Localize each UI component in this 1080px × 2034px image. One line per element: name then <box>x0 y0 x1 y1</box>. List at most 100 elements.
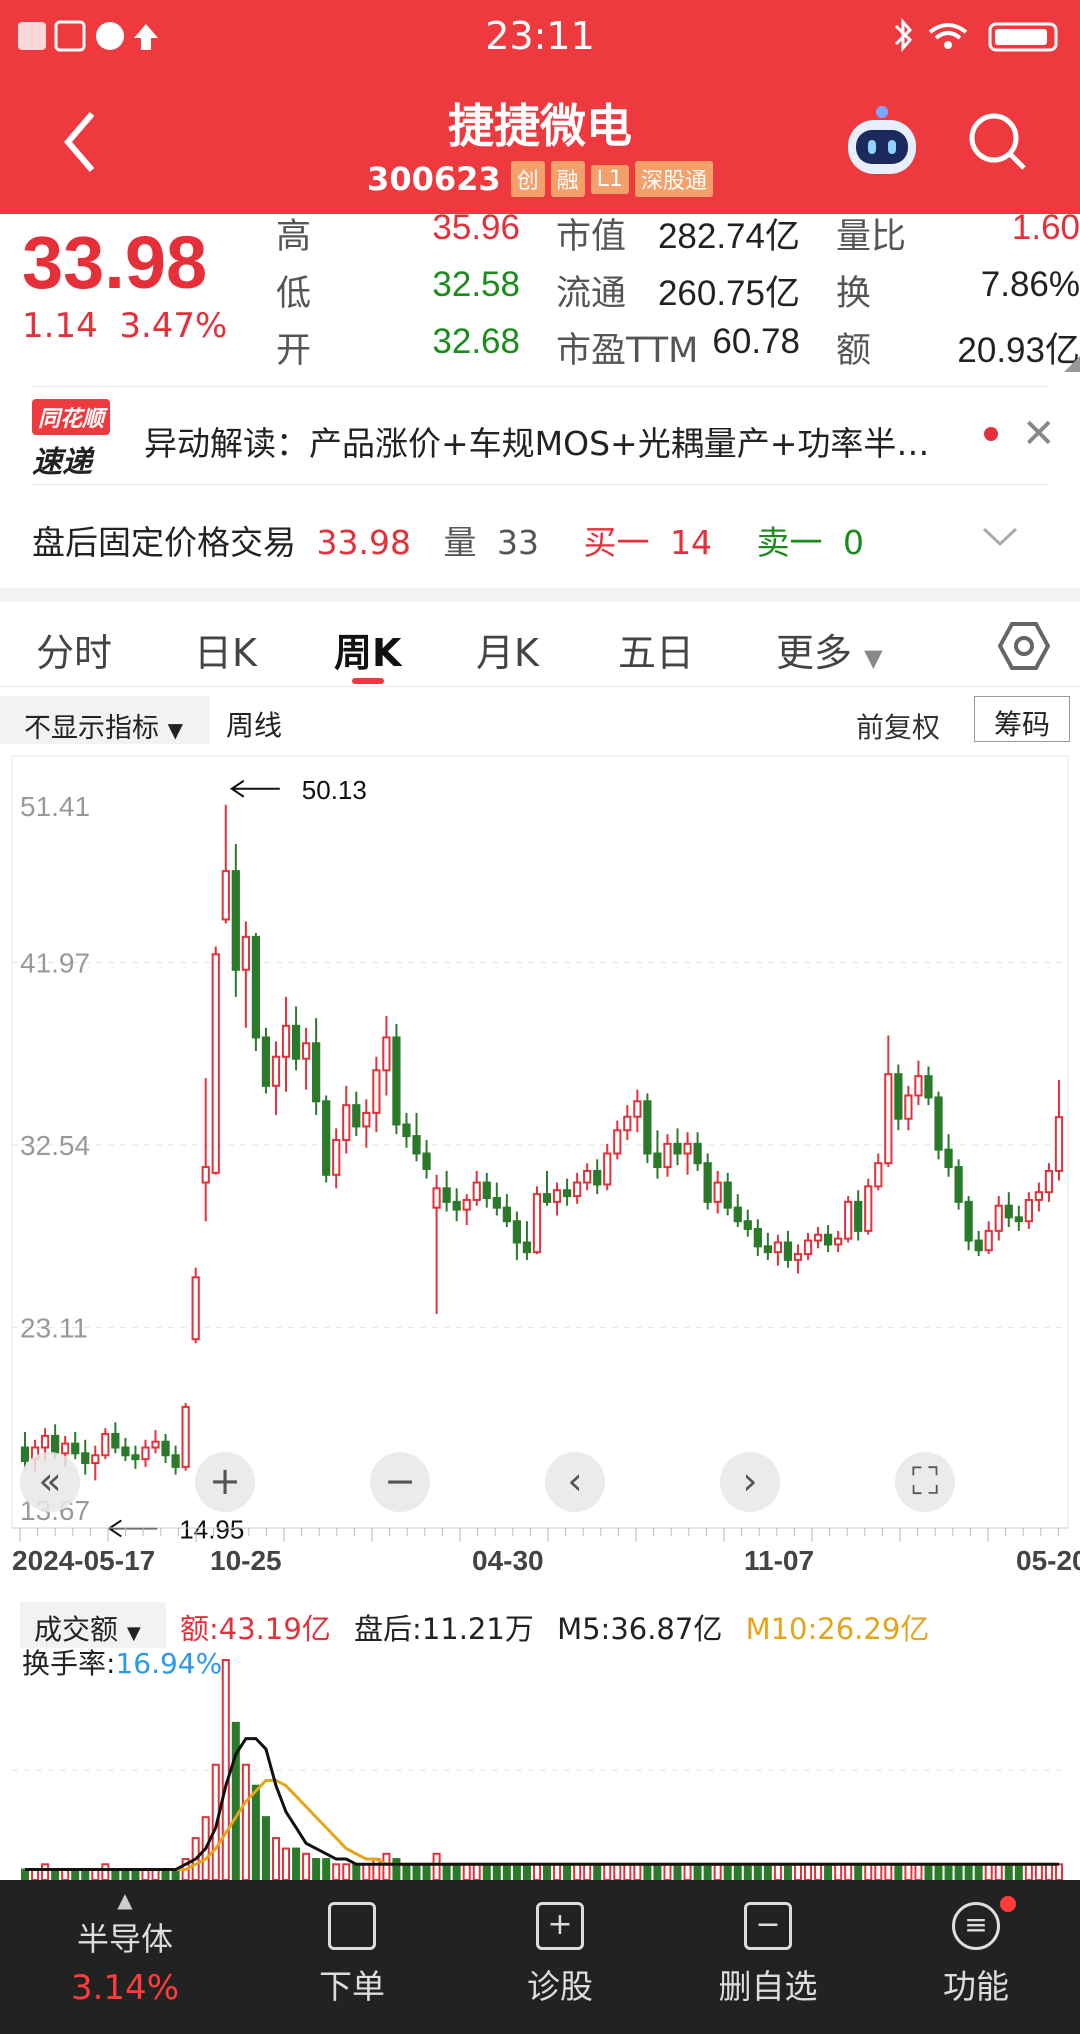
candle <box>562 1189 572 1198</box>
active-tab-indicator <box>352 678 384 684</box>
bid1-label: 买一 <box>583 523 650 562</box>
kline-chart[interactable]: 51.4141.9732.5423.1113.6750.1314.95«+−‹›… <box>0 750 1080 1580</box>
volume-bar <box>512 1863 521 1880</box>
robot-assistant-icon[interactable] <box>844 104 920 184</box>
nav-diagnose[interactable]: + 诊股 <box>510 1902 610 2008</box>
settings-hexagon-icon[interactable] <box>997 620 1051 676</box>
volume-bar <box>934 1863 943 1880</box>
quote-value: 32.58 <box>432 265 520 304</box>
volume-bar <box>231 1721 240 1880</box>
candle <box>1014 1216 1023 1223</box>
fullscreen-icon-glyph: ⛶ <box>912 1459 939 1503</box>
volume-bar <box>1044 1863 1053 1880</box>
chevron-down-icon[interactable] <box>982 526 1018 552</box>
volume-bar <box>984 1863 993 1880</box>
volume-bar <box>573 1863 582 1880</box>
tab-monthly-k[interactable]: 月K <box>476 622 539 677</box>
candle <box>603 1152 612 1186</box>
volume-bar <box>884 1863 893 1880</box>
chevron-right-icon-glyph: › <box>742 1459 757 1503</box>
zoom-out-icon-glyph: − <box>384 1459 416 1503</box>
chip-distribution-button[interactable]: 筹码 <box>974 696 1070 742</box>
volume-bar <box>51 1868 60 1880</box>
candle <box>171 1454 180 1468</box>
tab-intraday[interactable]: 分时 <box>36 622 112 677</box>
news-text[interactable]: 异动解读：产品涨价+车规MOS+光耦量产+功率半… <box>144 417 1004 465</box>
search-icon[interactable] <box>966 110 1030 178</box>
volume-bar <box>733 1863 742 1880</box>
after-hours-price: 33.98 <box>316 523 411 562</box>
candle <box>161 1440 170 1457</box>
sector-button[interactable]: ▲ 半导体 3.14% <box>60 1888 190 2008</box>
adjust-toggle[interactable]: 前复权 <box>856 706 940 746</box>
volume-bar <box>713 1863 722 1880</box>
volume-bar <box>482 1863 491 1880</box>
tab-more-label: 更多 <box>776 631 853 675</box>
volume-bar <box>472 1863 481 1880</box>
candle <box>914 1075 923 1097</box>
candle <box>372 1069 381 1114</box>
candle <box>271 1055 281 1087</box>
volume-bar <box>543 1863 552 1880</box>
indicator-selector[interactable]: 不显示指标 ▼ <box>0 696 210 744</box>
volume-bar <box>743 1863 752 1880</box>
volume-bar <box>603 1863 612 1880</box>
period-tabs: 分时 日K 周K 月K 五日 更多 ▼ <box>0 608 1080 688</box>
volume-bar <box>61 1868 70 1880</box>
quote-label: 开 <box>276 331 312 371</box>
nav-order[interactable]: 下单 <box>302 1902 402 2008</box>
volume-bar <box>332 1863 341 1880</box>
candle <box>733 1206 742 1223</box>
candle <box>844 1200 853 1240</box>
tab-daily-k[interactable]: 日K <box>194 622 257 677</box>
close-icon[interactable]: ✕ <box>1022 411 1056 457</box>
volume-bar <box>613 1863 622 1880</box>
candle <box>583 1169 592 1184</box>
minus-square-icon: − <box>744 1902 792 1950</box>
volume-bar <box>653 1863 662 1880</box>
candle <box>382 1036 391 1072</box>
volume-bar <box>1004 1863 1013 1880</box>
caret-down-icon: ▼ <box>864 644 883 672</box>
m10-label: M10: <box>745 1612 818 1646</box>
after-amount-value: 11.21万 <box>421 1612 534 1646</box>
high-marker-label: 50.13 <box>302 775 367 805</box>
candle <box>1054 1116 1064 1172</box>
volume-bar <box>583 1863 592 1880</box>
nav-remove-watchlist[interactable]: − 删自选 <box>700 1902 836 2008</box>
news-logo: 同花顺 速递 <box>32 399 120 480</box>
chevron-left-icon-glyph: ‹ <box>567 1459 582 1503</box>
candle <box>141 1446 150 1461</box>
tab-weekly-k[interactable]: 周K <box>334 622 401 677</box>
volume-bar <box>151 1868 160 1880</box>
tab-more[interactable]: 更多 ▼ <box>776 622 883 677</box>
caret-up-icon: ▲ <box>117 1888 133 1912</box>
quote-value: 32.68 <box>432 322 520 361</box>
candle <box>984 1229 993 1252</box>
volume-bar <box>121 1868 130 1880</box>
m5-value: 36.87亿 <box>610 1612 723 1646</box>
volume-bar <box>41 1863 50 1880</box>
nav-functions[interactable]: ≡ 功能 <box>926 1896 1026 2008</box>
ask1-label: 卖一 <box>756 523 823 562</box>
y-tick-label: 23.11 <box>20 1312 88 1343</box>
candle <box>703 1162 712 1203</box>
candle <box>823 1233 833 1246</box>
volume-bar <box>773 1863 782 1880</box>
candle <box>241 935 250 971</box>
tab-five-day[interactable]: 五日 <box>618 622 694 677</box>
volume-bar <box>492 1863 501 1880</box>
volume-bar <box>944 1863 953 1880</box>
candle <box>643 1100 652 1155</box>
volume-bar <box>322 1858 331 1880</box>
volume-bar <box>703 1863 712 1880</box>
candle <box>101 1432 110 1457</box>
candle <box>522 1241 532 1254</box>
volume-bar <box>663 1863 672 1880</box>
caret-down-icon: ▼ <box>126 1623 141 1644</box>
candle <box>854 1200 863 1232</box>
volume-bar <box>442 1863 451 1880</box>
volume-bar <box>553 1863 562 1880</box>
candle <box>131 1454 140 1461</box>
news-ticker[interactable]: 同花顺 速递 异动解读：产品涨价+车规MOS+光耦量产+功率半… ✕ <box>32 395 1056 485</box>
